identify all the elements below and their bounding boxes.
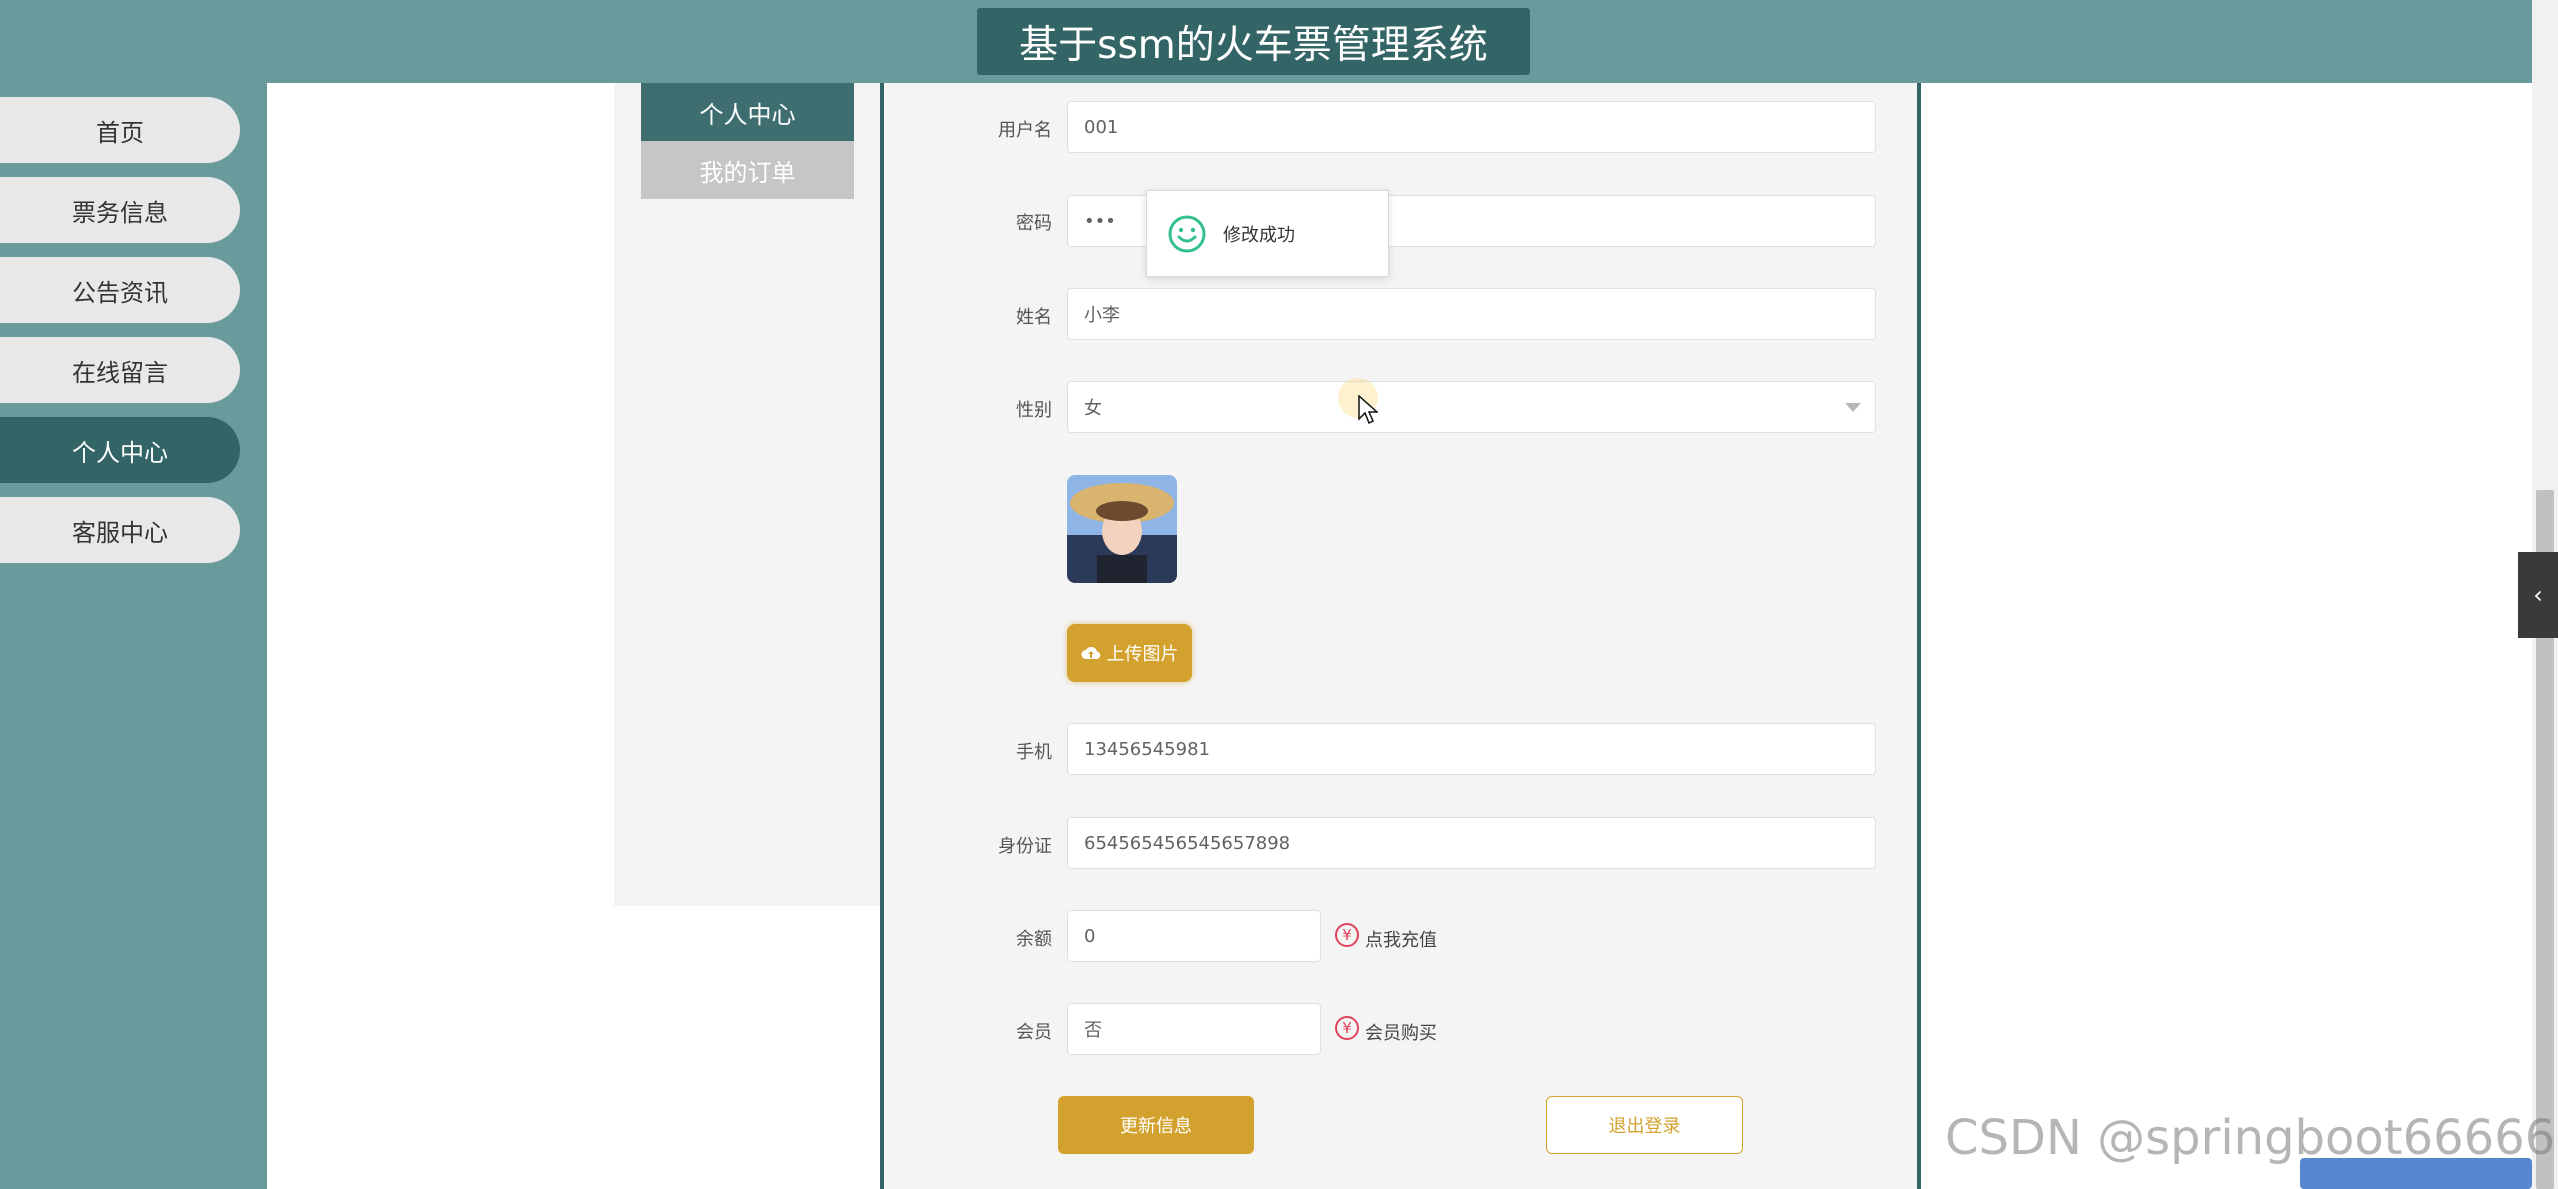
nav-item-messages[interactable]: 在线留言: [0, 337, 240, 403]
balance-input[interactable]: 0: [1067, 910, 1321, 962]
side-panel-toggle[interactable]: ‹: [2518, 552, 2558, 638]
phone-input[interactable]: 13456545981: [1067, 723, 1876, 775]
balance-label: 余额: [1016, 929, 1052, 950]
phone-label: 手机: [1016, 742, 1052, 763]
personal-subnav-panel: 个人中心 我的订单: [614, 83, 880, 906]
smile-icon: [1168, 215, 1206, 252]
chevron-down-icon: [1845, 403, 1861, 412]
site-title: 基于ssm的火车票管理系统: [977, 8, 1530, 75]
chevron-left-icon: ‹: [2533, 581, 2543, 609]
buy-membership-link[interactable]: 会员购买: [1365, 1019, 1437, 1045]
toast-message: 修改成功: [1223, 224, 1295, 246]
username-label: 用户名: [998, 120, 1052, 141]
recharge-link[interactable]: 点我充值: [1365, 926, 1437, 952]
nav-item-tickets[interactable]: 票务信息: [0, 177, 240, 243]
member-label: 会员: [1016, 1022, 1052, 1043]
nav-item-home[interactable]: 首页: [0, 97, 240, 163]
avatar-image: [1067, 475, 1177, 583]
yuan-icon[interactable]: ¥: [1335, 923, 1359, 947]
gender-label: 性别: [1016, 400, 1052, 421]
username-input[interactable]: 001: [1067, 101, 1876, 153]
nav-item-news[interactable]: 公告资讯: [0, 257, 240, 323]
avatar-photo-icon: [1067, 475, 1177, 583]
logout-button[interactable]: 退出登录: [1546, 1096, 1743, 1154]
watermark: CSDN @springboot666666: [1945, 1110, 2558, 1166]
id-card-input[interactable]: 654565456545657898: [1067, 817, 1876, 869]
name-label: 姓名: [1016, 307, 1052, 328]
yuan-icon[interactable]: ¥: [1335, 1016, 1359, 1040]
member-input[interactable]: 否: [1067, 1003, 1321, 1055]
cloud-upload-icon: [1081, 647, 1100, 659]
mouse-pointer-icon: [1358, 395, 1378, 425]
subnav-my-orders[interactable]: 我的订单: [641, 141, 854, 199]
gender-selected-value: 女: [1084, 398, 1102, 419]
nav-item-customer-service[interactable]: 客服中心: [0, 497, 240, 563]
update-info-button[interactable]: 更新信息: [1058, 1096, 1254, 1154]
left-navigation: 首页 票务信息 公告资讯 在线留言 个人中心 客服中心: [0, 83, 267, 1189]
upload-image-button[interactable]: 上传图片: [1067, 624, 1192, 682]
name-input[interactable]: 小李: [1067, 288, 1876, 340]
success-toast: 修改成功: [1146, 190, 1389, 277]
nav-item-personal-center[interactable]: 个人中心: [0, 417, 240, 483]
password-label: 密码: [1016, 213, 1052, 234]
gender-select[interactable]: 女: [1067, 381, 1876, 433]
subnav-personal-center[interactable]: 个人中心: [641, 83, 854, 141]
upload-image-label: 上传图片: [1106, 644, 1179, 665]
id-card-label: 身份证: [998, 836, 1052, 857]
